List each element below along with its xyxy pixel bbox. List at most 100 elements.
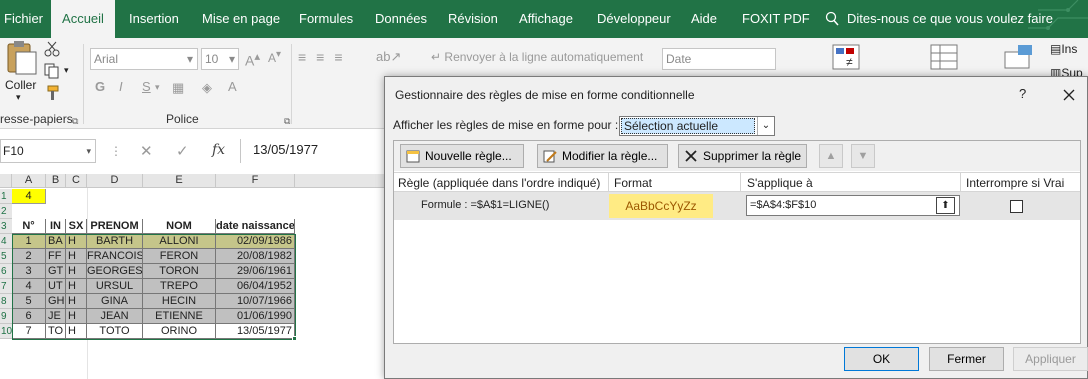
insert-cells-button[interactable]: ▤Ins	[1050, 42, 1077, 56]
conditional-format-icon[interactable]: ≠	[832, 44, 862, 72]
move-up-button[interactable]: ▲	[819, 144, 843, 168]
insert-cells-icon: ▤	[1050, 42, 1062, 56]
header-divider	[960, 173, 961, 192]
underline-dropdown-icon[interactable]: ▾	[155, 82, 160, 93]
format-table-icon[interactable]	[930, 44, 960, 72]
decorative-circuit-icon	[1028, 0, 1088, 30]
wrap-text-button[interactable]: ↵ Renvoyer à la ligne automatiquement	[431, 50, 643, 64]
row-header-9[interactable]: 9	[0, 309, 12, 324]
delete-rule-button[interactable]: Supprimer la règle	[678, 144, 807, 168]
header-divider	[740, 173, 741, 192]
font-launcher-icon[interactable]: ⧉	[284, 116, 290, 127]
tell-me-box[interactable]: Dites-nous ce que vous voulez faire	[825, 0, 1053, 38]
header-cell[interactable]: IN	[46, 219, 66, 234]
insert-function-icon[interactable]: fx	[212, 142, 225, 158]
font-color-icon[interactable]: A	[228, 79, 237, 94]
group-divider	[83, 44, 84, 124]
formula-input[interactable]: 13/05/1977	[240, 139, 390, 163]
copy-icon[interactable]	[44, 63, 60, 79]
row-header-7[interactable]: 7	[0, 279, 12, 294]
font-name-combo[interactable]: Arial ▾	[90, 48, 198, 70]
move-down-button[interactable]: ▼	[851, 144, 875, 168]
header-cell[interactable]: NOM	[143, 219, 216, 234]
column-header-a[interactable]: A	[12, 174, 46, 188]
orientation-icon[interactable]: ab↗	[376, 49, 401, 65]
clipboard-launcher-icon[interactable]: ⧉	[72, 116, 78, 127]
column-header-b[interactable]: B	[46, 174, 66, 188]
header-cell[interactable]: date naissance	[216, 219, 295, 234]
svg-text:≠: ≠	[846, 55, 853, 69]
ok-button[interactable]: OK	[844, 347, 919, 371]
show-rules-label: Afficher les règles de mise en forme pou…	[393, 118, 619, 132]
tab-accueil[interactable]: Accueil	[51, 0, 115, 38]
paste-icon[interactable]	[4, 40, 38, 76]
borders-icon[interactable]: ▦	[172, 80, 184, 96]
show-rules-select[interactable]: Sélection actuelle ⌄	[619, 116, 775, 136]
close-button[interactable]: Fermer	[929, 347, 1004, 371]
grow-font-icon[interactable]: A▴	[245, 49, 260, 69]
tab-affichage[interactable]: Affichage	[519, 0, 573, 38]
column-header-c[interactable]: C	[66, 174, 87, 188]
column-header-g[interactable]	[295, 174, 385, 188]
row-header-2[interactable]: 2	[0, 204, 12, 219]
row-header-8[interactable]: 8	[0, 294, 12, 309]
stop-if-true-checkbox[interactable]	[1010, 200, 1023, 213]
shrink-font-icon[interactable]: A▾	[268, 49, 281, 65]
row-header-5[interactable]: 5	[0, 249, 12, 264]
cell-styles-icon[interactable]	[1004, 44, 1034, 72]
format-painter-icon[interactable]	[44, 85, 60, 101]
tab-donnees[interactable]: Données	[375, 0, 427, 38]
align-top-icons[interactable]: ≡≡≡	[298, 49, 353, 65]
underline-button[interactable]: S	[142, 79, 151, 94]
paste-label[interactable]: Coller	[5, 78, 36, 92]
copy-dropdown-icon[interactable]: ▾	[64, 65, 69, 76]
edit-rule-button[interactable]: Modifier la règle...	[537, 144, 668, 168]
font-size-combo[interactable]: 10 ▾	[201, 48, 239, 70]
paste-dropdown-icon[interactable]: ▾	[16, 92, 21, 103]
rule-row[interactable]: Formule : =$A$1=LIGNE() AaBbCcYyZz =$A$4…	[394, 192, 1080, 220]
tab-aide[interactable]: Aide	[691, 0, 717, 38]
worksheet-grid[interactable]: A B C D E F 1 2 3 4 5 6 7 8 9 10 4 N° IN…	[0, 174, 385, 379]
tab-developpeur[interactable]: Développeur	[597, 0, 671, 38]
tab-formules[interactable]: Formules	[299, 0, 353, 38]
dialog-title: Gestionnaire des règles de mise en forme…	[395, 88, 695, 102]
fill-handle[interactable]	[292, 336, 297, 341]
cancel-entry-icon[interactable]: ✕	[140, 142, 153, 160]
row-header-10[interactable]: 10	[0, 324, 12, 339]
select-all-corner[interactable]	[0, 174, 12, 188]
chevron-down-icon[interactable]: ⌄	[757, 117, 774, 135]
rules-panel: Nouvelle règle... Modifier la règle... S…	[393, 140, 1081, 344]
column-header-e[interactable]: E	[143, 174, 216, 188]
cell-a1[interactable]: 4	[12, 189, 46, 204]
header-cell[interactable]: PRENOM	[87, 219, 143, 234]
new-rule-icon	[406, 150, 420, 163]
row-header-3[interactable]: 3	[0, 219, 12, 234]
row-header-4[interactable]: 4	[0, 234, 12, 249]
help-button[interactable]: ?	[1019, 86, 1026, 101]
tab-foxit-pdf[interactable]: FOXIT PDF	[742, 0, 810, 38]
more-icon: ⋮	[110, 144, 122, 158]
tab-insertion[interactable]: Insertion	[129, 0, 179, 38]
tab-fichier[interactable]: Fichier	[4, 0, 43, 38]
fill-color-icon[interactable]: ◈	[202, 80, 212, 96]
header-cell[interactable]: N°	[12, 219, 46, 234]
range-collapse-icon[interactable]: ⬆	[936, 197, 955, 214]
tab-revision[interactable]: Révision	[448, 0, 498, 38]
close-icon[interactable]	[1063, 89, 1075, 101]
row-header-1[interactable]: 1	[0, 189, 12, 204]
confirm-entry-icon[interactable]: ✓	[176, 142, 189, 160]
number-format-combo[interactable]: Date	[662, 48, 776, 70]
bold-button[interactable]: G	[95, 79, 105, 94]
column-header-d[interactable]: D	[87, 174, 143, 188]
tab-mise-en-page[interactable]: Mise en page	[202, 0, 280, 38]
column-header-f[interactable]: F	[216, 174, 295, 188]
row-header-6[interactable]: 6	[0, 264, 12, 279]
header-cell[interactable]: SX	[66, 219, 87, 234]
chevron-down-icon: ▾	[186, 52, 193, 66]
cut-icon[interactable]	[44, 41, 60, 57]
name-box[interactable]: F10 ▾	[0, 139, 96, 163]
apply-button[interactable]: Appliquer	[1013, 347, 1088, 371]
applies-to-input[interactable]: =$A$4:$F$10	[746, 195, 960, 216]
new-rule-button[interactable]: Nouvelle règle...	[400, 144, 524, 168]
italic-button[interactable]: I	[119, 79, 123, 94]
